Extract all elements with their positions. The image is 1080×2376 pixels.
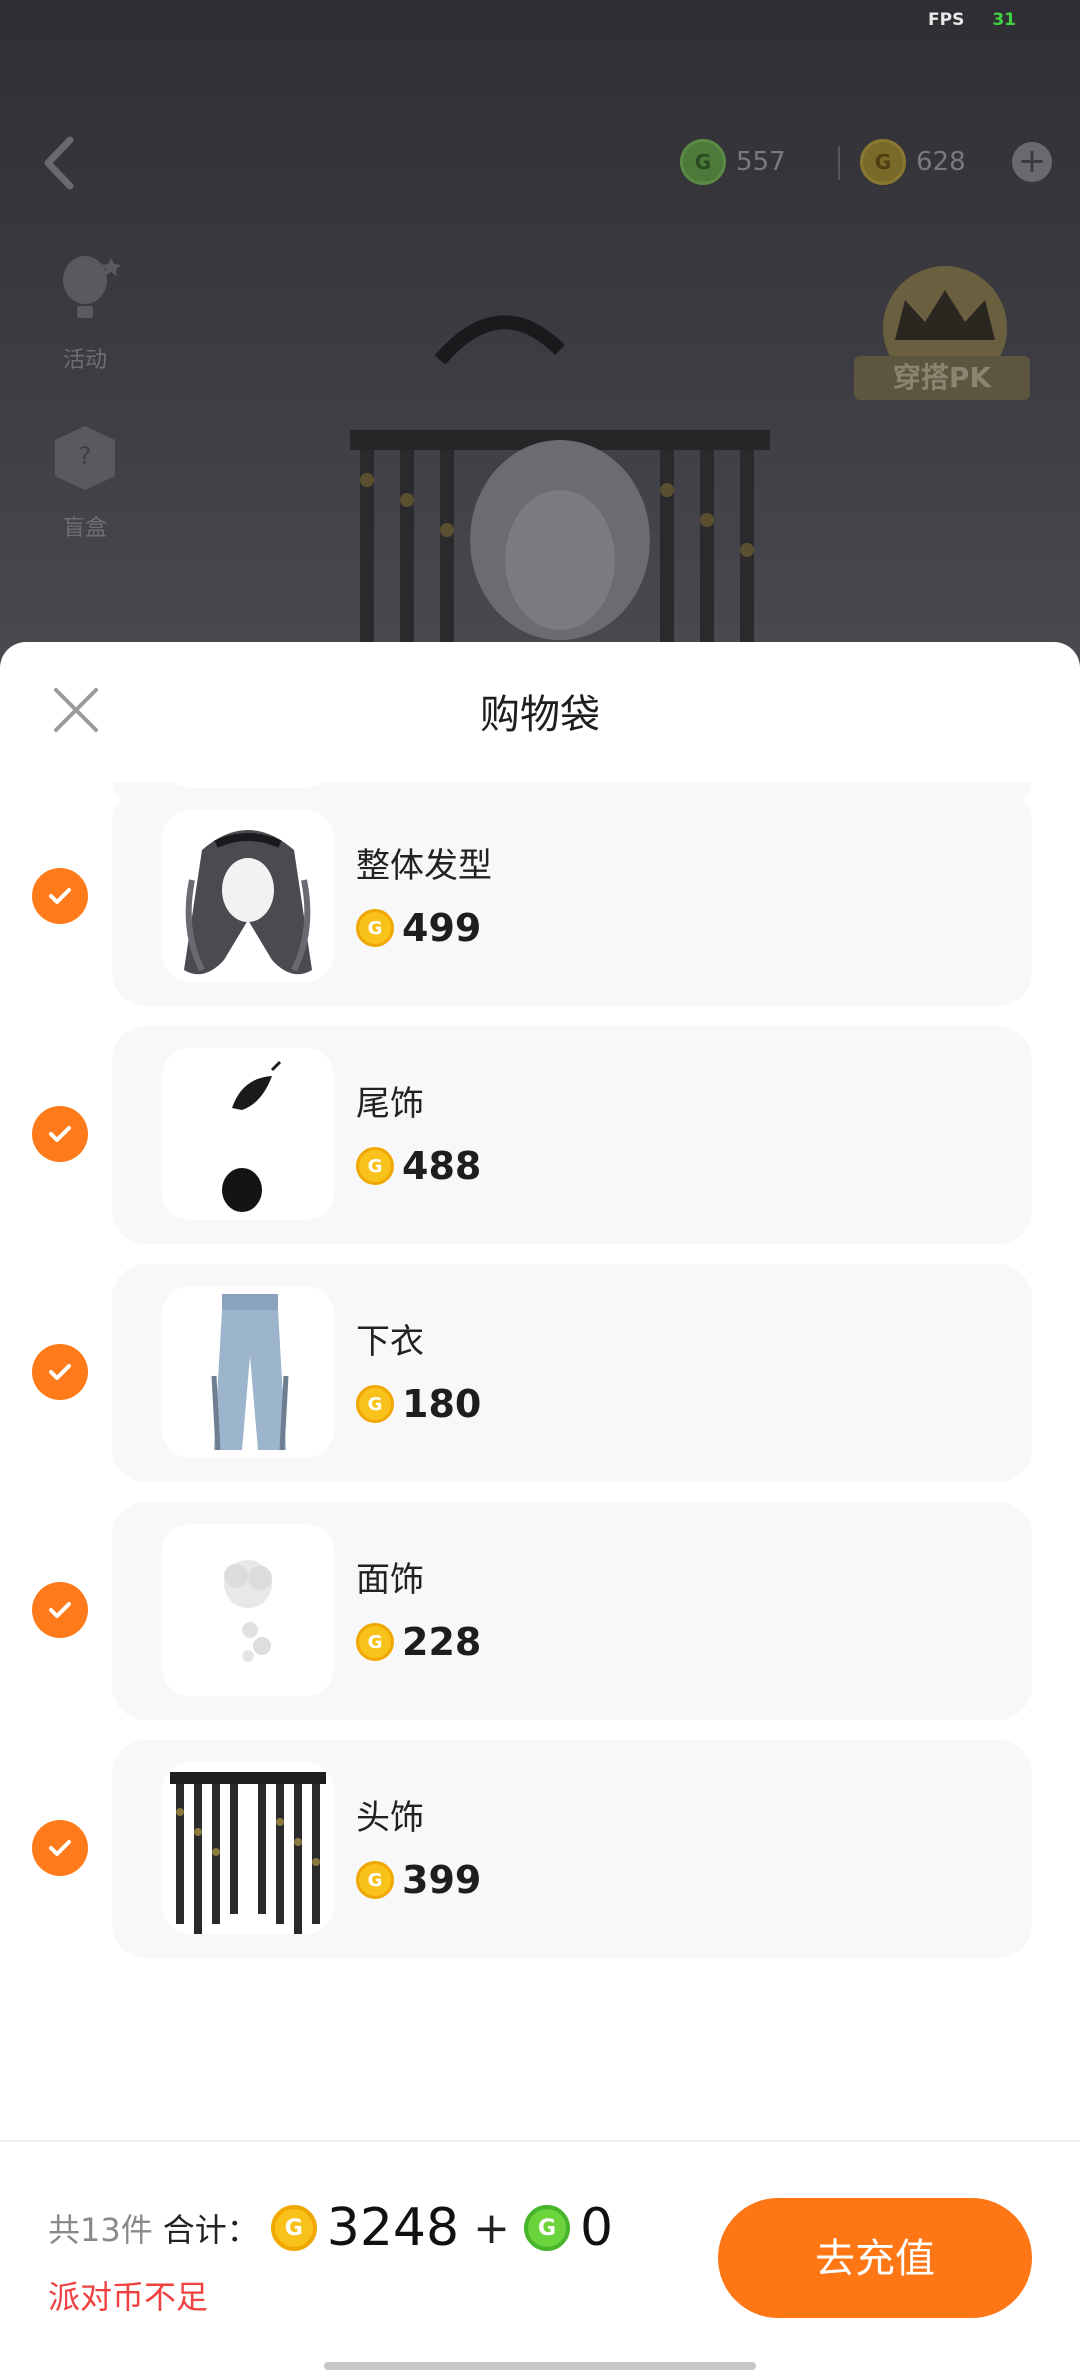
gold-coin-icon: G bbox=[356, 1623, 394, 1661]
face-accessory-thumbnail bbox=[162, 1524, 334, 1696]
list-item[interactable]: 尾饰 G 488 bbox=[112, 1026, 1032, 1244]
recharge-button[interactable]: 去充值 bbox=[718, 2198, 1032, 2318]
checkmark-icon bbox=[49, 1364, 71, 1380]
item-price: G 399 bbox=[356, 1858, 481, 1902]
green-coin-icon: G bbox=[680, 139, 726, 185]
home-indicator[interactable] bbox=[324, 2362, 756, 2370]
list-item[interactable]: 整体发型 G 499 bbox=[112, 788, 1032, 1006]
sheet-title: 购物袋 bbox=[480, 692, 600, 738]
headpiece-thumbnail bbox=[162, 1762, 334, 1934]
fps-label: FPS bbox=[928, 10, 965, 30]
checkmark-icon bbox=[49, 1840, 71, 1856]
list-item[interactable]: 面饰 G 228 bbox=[112, 1502, 1032, 1720]
green-currency: G 557 bbox=[680, 134, 786, 190]
item-name: 下衣 bbox=[356, 1322, 424, 1362]
gold-coin-icon: G bbox=[270, 2205, 317, 2251]
total-label: 合计： bbox=[162, 2211, 259, 2249]
balloon-icon bbox=[63, 256, 121, 318]
item-name: 整体发型 bbox=[356, 846, 492, 886]
outfit-pk-label: 穿搭PK bbox=[892, 361, 992, 394]
shopping-bag-sheet: 购物袋 整体发型 G 499 尾饰 G 488 下衣 G 180 面饰 G 22… bbox=[0, 642, 1080, 2376]
item-checkbox[interactable] bbox=[32, 1106, 88, 1162]
item-price: G 499 bbox=[356, 906, 481, 950]
item-price: G 228 bbox=[356, 1620, 481, 1664]
green-total: 0 bbox=[579, 2198, 614, 2258]
plus-sign: + bbox=[473, 2202, 510, 2254]
fps-value: 31 bbox=[992, 10, 1016, 30]
item-checkbox[interactable] bbox=[32, 1582, 88, 1638]
fps-counter: FPS 31 bbox=[928, 10, 1016, 30]
item-checkbox[interactable] bbox=[32, 868, 88, 924]
item-list[interactable]: 整体发型 G 499 尾饰 G 488 下衣 G 180 面饰 G 228 头饰… bbox=[0, 782, 1080, 2012]
green-coin-icon: G bbox=[523, 2205, 570, 2251]
activity-label: 活动 bbox=[62, 348, 107, 373]
item-checkbox[interactable] bbox=[32, 1344, 88, 1400]
svg-text:?: ? bbox=[79, 442, 92, 470]
item-checkbox[interactable] bbox=[32, 1820, 88, 1876]
activity-entry[interactable]: 活动 bbox=[30, 250, 140, 374]
item-price-value: 399 bbox=[402, 1858, 482, 1902]
add-currency-button[interactable]: + bbox=[1012, 142, 1052, 182]
item-price-value: 499 bbox=[402, 906, 482, 950]
gold-currency-value: 628 bbox=[916, 147, 966, 177]
item-count: 共13件 bbox=[48, 2211, 153, 2249]
checkmark-icon bbox=[49, 1126, 71, 1142]
gold-coin-icon: G bbox=[356, 1385, 394, 1423]
checkmark-icon bbox=[49, 1602, 71, 1618]
gold-coin-icon: G bbox=[356, 1147, 394, 1185]
chevron-left-icon bbox=[44, 136, 74, 190]
mystery-box-entry[interactable]: ? 盲盒 bbox=[30, 418, 140, 542]
checkout-footer: 共13件 合计： G 3248 + G 0 派对币不足 去充值 bbox=[0, 2142, 1080, 2376]
avatar-preview bbox=[350, 315, 770, 660]
list-item[interactable]: 下衣 G 180 bbox=[112, 1264, 1032, 1482]
list-item[interactable]: 头饰 G 399 bbox=[112, 1740, 1032, 1958]
green-currency-value: 557 bbox=[736, 147, 786, 177]
insufficient-balance-warning: 派对币不足 bbox=[48, 2278, 209, 2316]
back-button[interactable] bbox=[36, 128, 80, 198]
outfit-pk-button[interactable]: 穿搭PK bbox=[854, 356, 1030, 400]
item-price: G 488 bbox=[356, 1144, 481, 1188]
item-name: 面饰 bbox=[356, 1560, 424, 1600]
order-summary: 共13件 合计： G 3248 + G 0 bbox=[48, 2198, 613, 2258]
item-price-value: 228 bbox=[402, 1620, 482, 1664]
item-name: 头饰 bbox=[356, 1798, 424, 1838]
gold-coin-icon: G bbox=[356, 909, 394, 947]
item-name: 尾饰 bbox=[356, 1084, 424, 1124]
tail-accessory-thumbnail bbox=[162, 1048, 334, 1220]
gold-total: 3248 bbox=[326, 2198, 460, 2258]
sheet-header: 购物袋 bbox=[0, 642, 1080, 782]
item-price-value: 180 bbox=[402, 1382, 482, 1426]
mystery-box-icon: ? bbox=[55, 426, 115, 490]
currency-divider bbox=[838, 146, 840, 180]
gold-currency: G 628 bbox=[860, 134, 966, 190]
gold-coin-icon: G bbox=[356, 1861, 394, 1899]
item-price-value: 488 bbox=[402, 1144, 482, 1188]
item-price: G 180 bbox=[356, 1382, 481, 1426]
mystery-box-label: 盲盒 bbox=[62, 516, 107, 541]
jeans-thumbnail bbox=[162, 1286, 334, 1458]
gold-coin-icon: G bbox=[860, 139, 906, 185]
hair-thumbnail bbox=[162, 810, 334, 982]
game-scene-background: FPS 31 G 557 G 628 + 活动 ? 盲盒 穿搭PK bbox=[0, 0, 1080, 660]
checkmark-icon bbox=[49, 888, 71, 904]
